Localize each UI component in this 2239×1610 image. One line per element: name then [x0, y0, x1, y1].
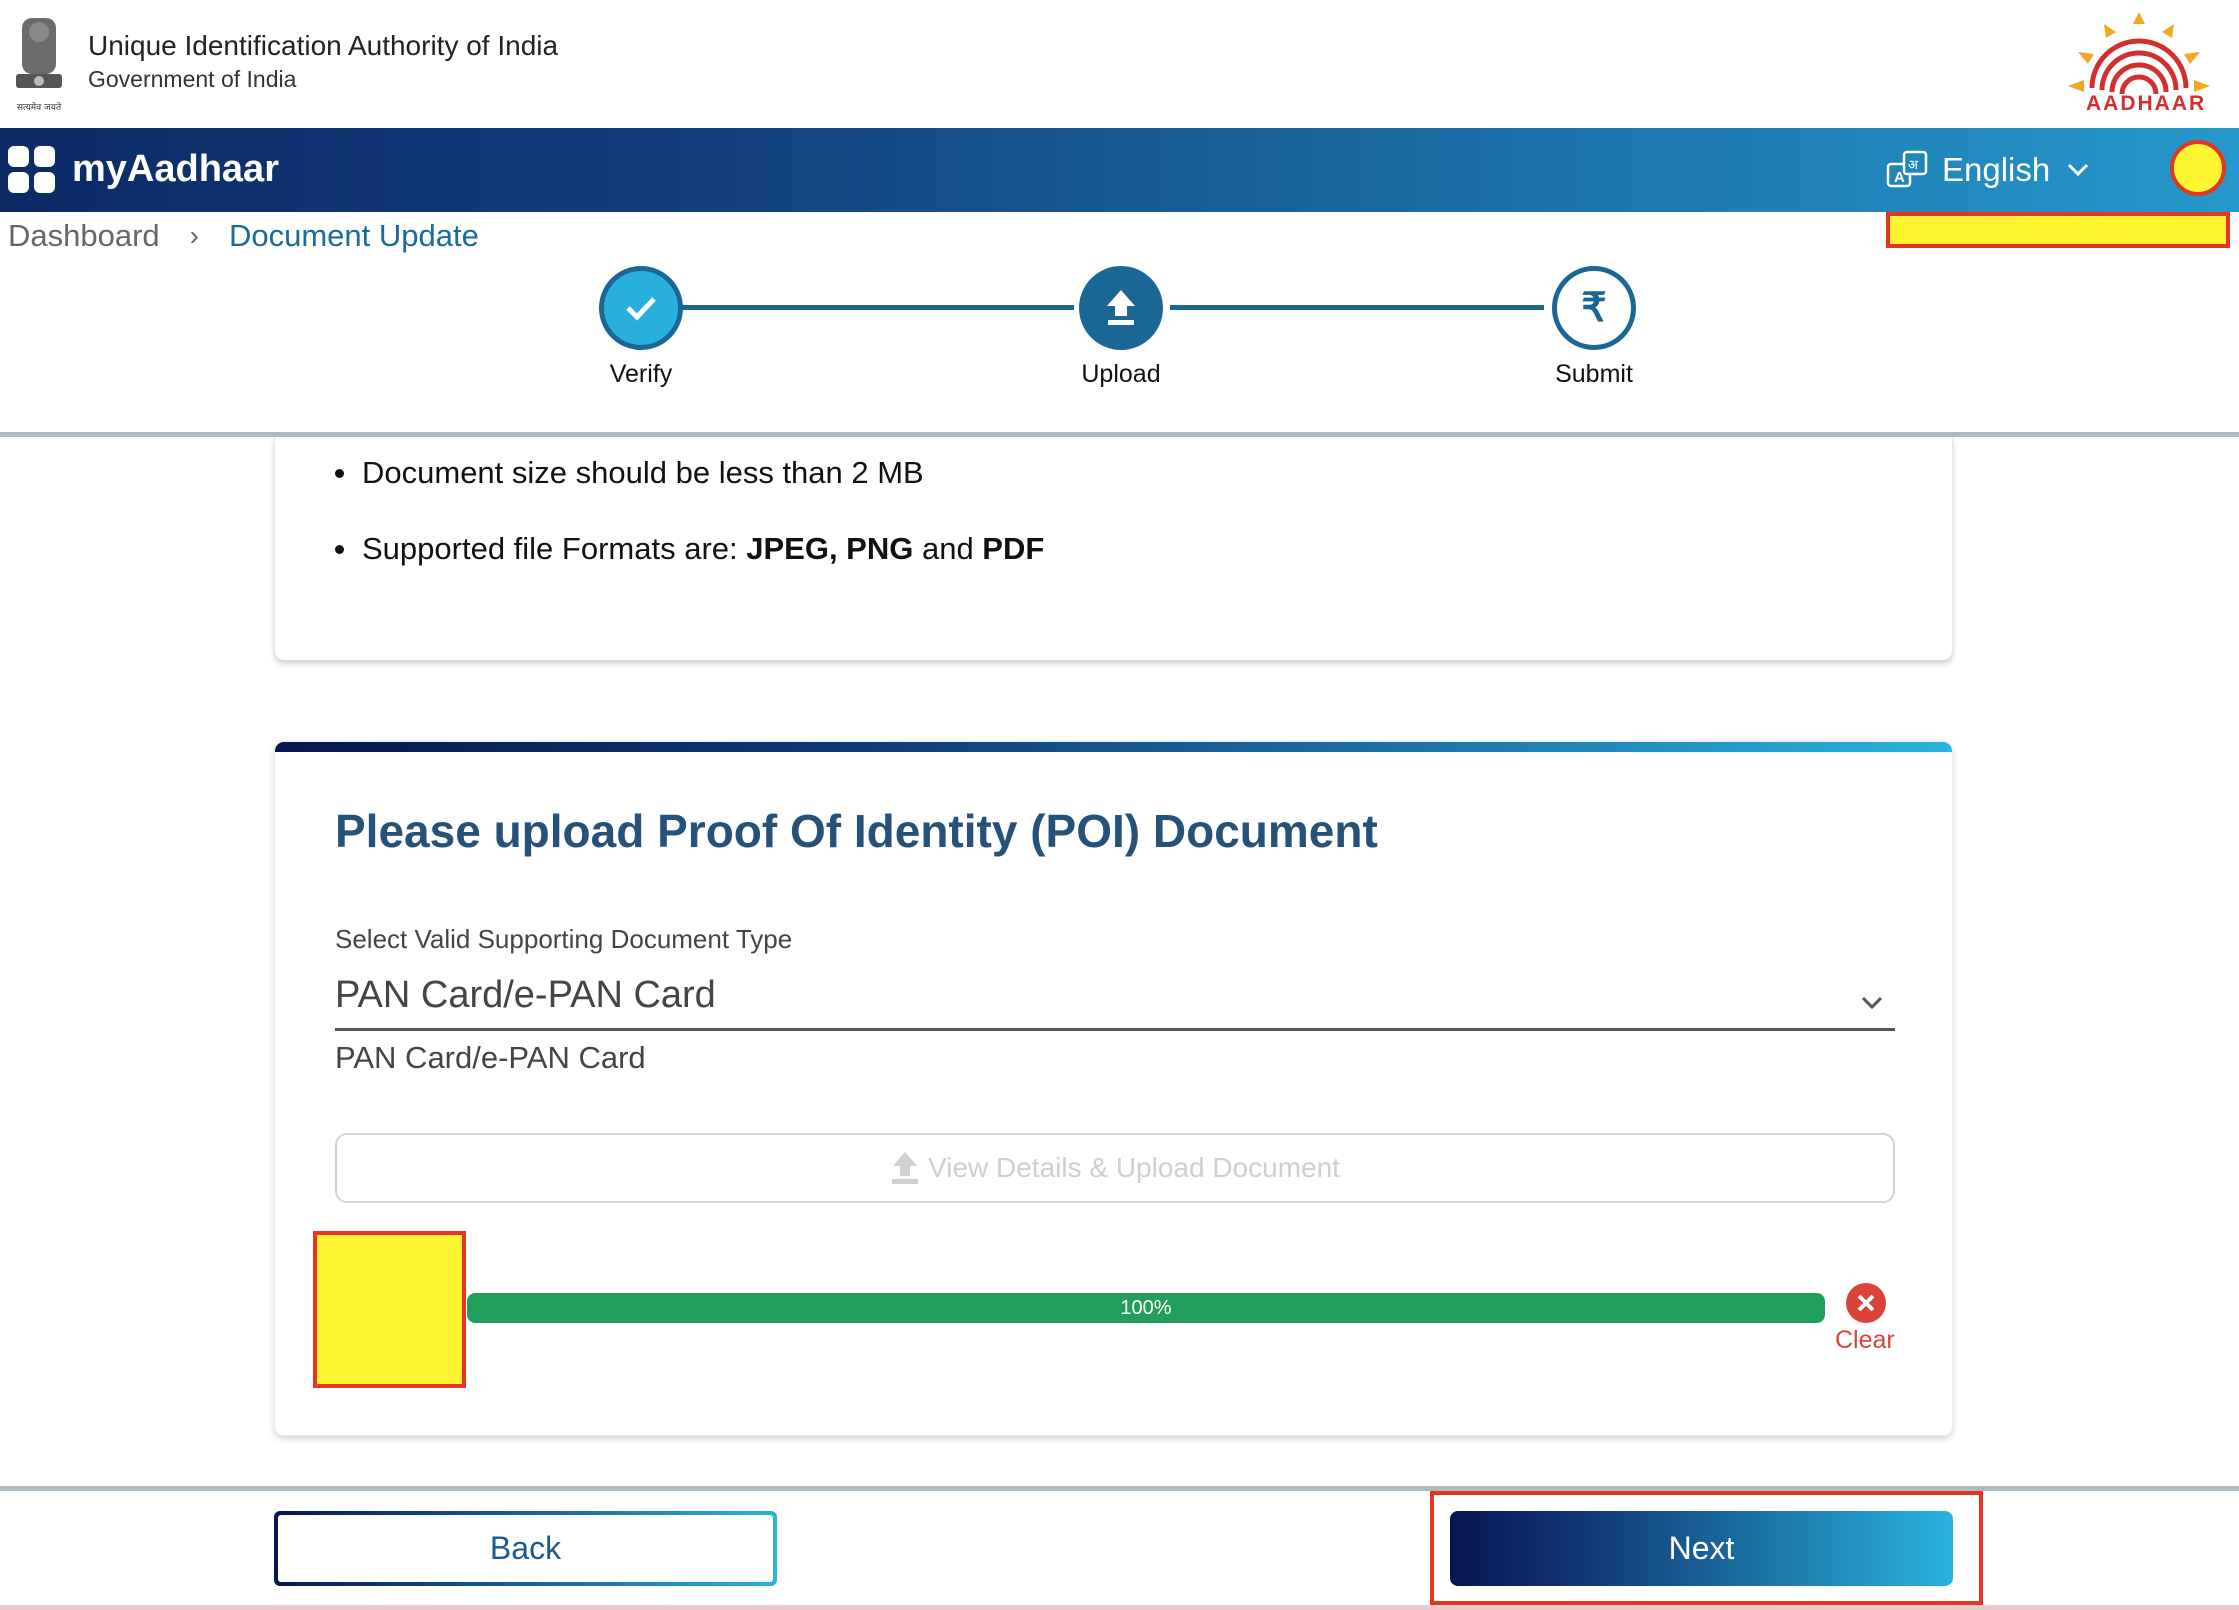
step-verify: [599, 266, 683, 350]
chevron-down-icon: [2068, 163, 2089, 177]
brand-title[interactable]: myAadhaar: [72, 148, 279, 191]
back-button-label: Back: [489, 1530, 562, 1566]
progress-stepper: Verify Upload ₹ Submit: [0, 262, 2239, 402]
step-submit: ₹: [1552, 266, 1636, 350]
step-label-upload: Upload: [1081, 360, 1161, 388]
bullet-icon: [335, 468, 344, 478]
breadcrumb-dashboard[interactable]: Dashboard: [8, 218, 160, 254]
breadcrumb: Dashboard › Document Update: [8, 218, 479, 254]
nav-bar: myAadhaar A अ English: [0, 128, 2239, 212]
highlight-marker: [1886, 212, 2230, 248]
back-button[interactable]: Back: [274, 1511, 777, 1586]
document-rules-card: Document size should be less than 2 MB S…: [274, 437, 1953, 660]
upload-progress-fill: 100%: [467, 1293, 1825, 1323]
language-selector[interactable]: A अ English: [1886, 148, 2090, 192]
rule-format-jpeg-png: JPEG, PNG: [746, 531, 914, 566]
org-name: Unique Identification Authority of India: [88, 30, 559, 61]
rule-size-text: Document size should be less than 2 MB: [362, 455, 924, 490]
card-accent-bar: [275, 742, 1952, 752]
checkmark-icon: [626, 297, 656, 321]
upload-button-label: View Details & Upload Document: [928, 1152, 1340, 1183]
step-connector: [682, 305, 1074, 310]
org-subtitle: Government of India: [88, 66, 297, 92]
chevron-down-icon[interactable]: [1859, 994, 1885, 1012]
step-connector: [1170, 305, 1544, 310]
bottom-strip: [0, 1605, 2239, 1610]
poi-upload-card: Please upload Proof Of Identity (POI) Do…: [274, 741, 1953, 1436]
clear-close-icon[interactable]: [1846, 1283, 1886, 1323]
rule-formats-prefix: Supported file Formats are:: [362, 531, 747, 566]
bullet-icon: [335, 544, 344, 554]
rule-format-pdf: PDF: [982, 531, 1045, 566]
rule-size: Document size should be less than 2 MB: [335, 455, 924, 491]
next-button[interactable]: Next: [1450, 1511, 1953, 1586]
language-label: English: [1942, 151, 2051, 188]
document-type-select[interactable]: PAN Card/e-PAN Card: [335, 974, 716, 1017]
step-upload: [1079, 266, 1163, 350]
step-label-verify: Verify: [609, 360, 673, 388]
next-button-label: Next: [1668, 1530, 1735, 1566]
svg-text:सत्यमेव जयते: सत्यमेव जयते: [17, 101, 62, 113]
apps-grid-icon[interactable]: [8, 146, 56, 194]
profile-avatar-highlight[interactable]: [2170, 140, 2226, 196]
upload-progress-bar: 100%: [467, 1293, 1825, 1323]
upload-icon: [892, 1152, 919, 1184]
document-type-label: Select Valid Supporting Document Type: [335, 924, 793, 954]
progress-label: 100%: [1120, 1296, 1172, 1319]
breadcrumb-separator-icon: ›: [189, 220, 199, 251]
breadcrumb-current: Document Update: [228, 218, 479, 253]
document-thumbnail-highlight[interactable]: [313, 1231, 466, 1388]
upload-card-title: Please upload Proof Of Identity (POI) Do…: [335, 805, 1378, 857]
view-details-upload-button[interactable]: View Details & Upload Document: [335, 1133, 1895, 1203]
rule-formats: Supported file Formats are: JPEG, PNG an…: [335, 531, 1044, 567]
clear-button[interactable]: Clear: [1835, 1326, 1895, 1355]
national-emblem-icon: सत्यमेव जयते: [16, 18, 62, 113]
svg-text:अ: अ: [1908, 158, 1919, 173]
aadhaar-logo-text: AADHAAR: [2086, 92, 2207, 115]
rule-formats-and: and: [913, 531, 983, 566]
step-label-submit: Submit: [1555, 360, 1633, 388]
selected-document-hint: PAN Card/e-PAN Card: [335, 1040, 646, 1075]
upload-arrow-icon: [1107, 290, 1135, 325]
select-underline: [335, 1028, 1895, 1031]
translate-icon: A अ: [1886, 150, 1928, 188]
top-header: सत्यमेव जयते Unique Identification Autho…: [0, 0, 2239, 128]
rupee-icon: ₹: [1581, 286, 1607, 330]
